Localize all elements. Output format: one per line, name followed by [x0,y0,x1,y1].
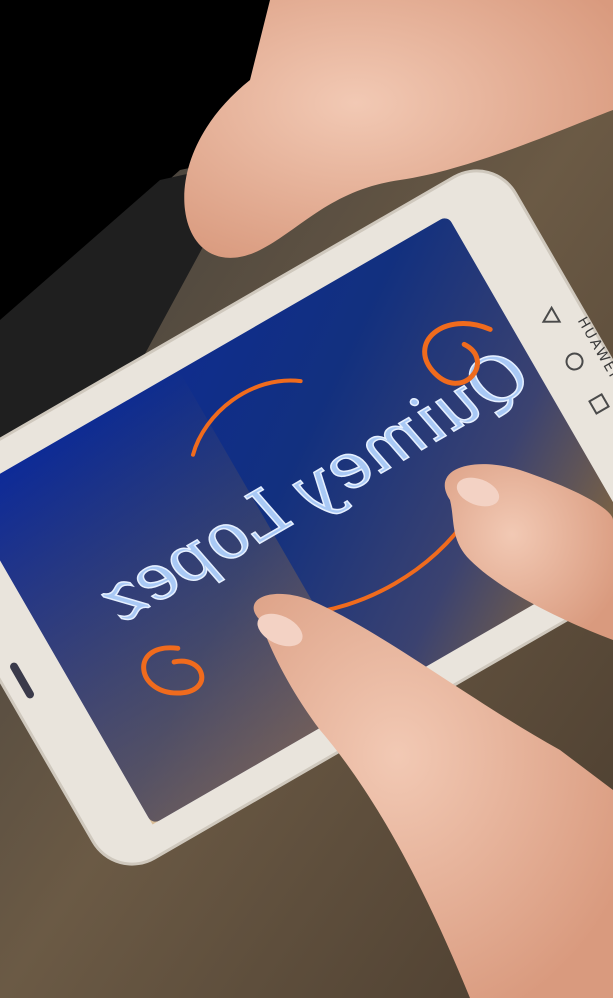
photo-scene: Quimey Lopez HUAWEI [0,0,613,998]
